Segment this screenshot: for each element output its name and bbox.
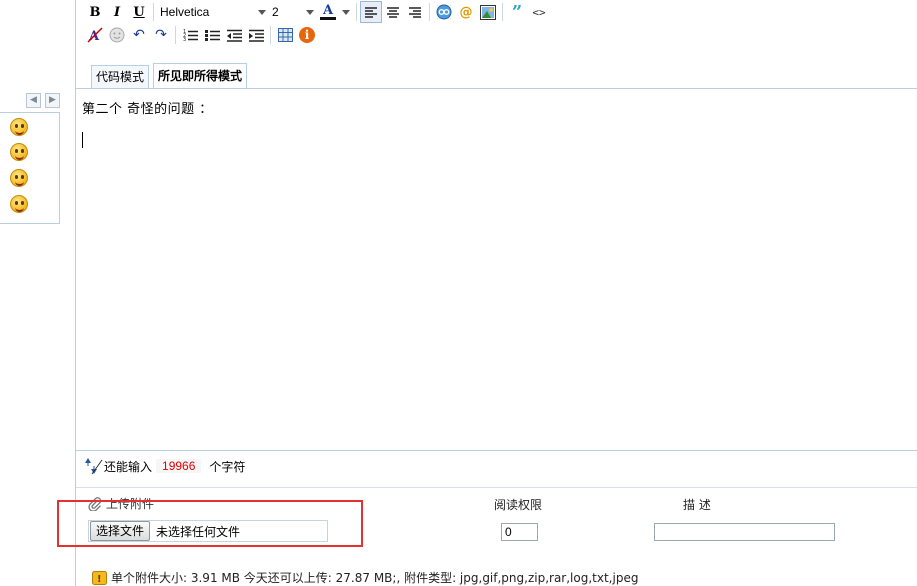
description-input[interactable] [654,523,835,541]
unordered-list-button[interactable] [201,24,223,46]
font-size-value: 2 [272,5,279,19]
ordered-list-button[interactable]: 123 [179,24,201,46]
quote-button[interactable]: ” [506,1,528,23]
smiley-face-icon [109,27,125,43]
undo-icon: ↶ [133,27,145,43]
underline-button[interactable]: U [128,1,150,23]
warning-icon: ! [92,570,107,585]
email-button[interactable]: @ [455,1,477,23]
attachment-info-text: 单个附件大小: 3.91 MB 今天还可以上传: 27.87 MB;, 附件类型… [111,571,639,585]
image-icon [480,4,496,20]
info-button[interactable]: i [296,24,318,46]
align-right-icon [409,7,421,18]
editor-bottom-border [76,450,917,451]
align-left-button[interactable] [360,1,382,23]
font-color-swatch [320,17,336,20]
undo-button[interactable]: ↶ [128,24,150,46]
font-color-button[interactable]: A [317,1,339,23]
highlight-box [57,500,363,547]
info-icon: i [299,27,315,43]
counter-suffix: 个字符 [209,459,246,474]
toolbar-row-2: A ↶ ↷ 123 i [84,24,318,46]
indent-button[interactable] [245,24,267,46]
align-right-button[interactable] [404,1,426,23]
at-icon: @ [459,4,473,20]
resize-arrows-icon[interactable] [84,457,104,475]
next-arrow-icon[interactable]: ▶ [45,93,60,108]
smiley-icon[interactable] [10,169,28,187]
toolbar-row-1: B I U Helvetica 2 A @ ” <> [84,1,550,23]
smiley-icon[interactable] [10,195,28,213]
chevron-down-icon [258,9,266,15]
align-center-icon [387,7,399,18]
attachment-info: ! 单个附件大小: 3.91 MB 今天还可以上传: 27.87 MB;, 附件… [92,569,638,586]
toolbar-divider [153,3,154,21]
editor-content-area[interactable]: 第二个 奇怪的问题 ： [76,89,917,450]
smiley-button[interactable] [106,24,128,46]
toolbar-divider [356,3,357,21]
prev-arrow-icon[interactable]: ◀ [26,93,41,108]
svg-text:3: 3 [183,37,186,42]
section-divider [76,487,917,488]
outdent-button[interactable] [223,24,245,46]
read-permission-input[interactable] [501,523,538,541]
toolbar-divider [429,3,430,21]
smiley-panel [0,112,60,224]
insert-link-button[interactable] [433,1,455,23]
remove-format-button[interactable]: A [84,24,106,46]
outdent-icon [226,29,242,42]
tab-code-mode[interactable]: 代码模式 [91,65,150,88]
description-column-header: 描 述 [683,498,711,512]
bold-button[interactable]: B [84,1,106,23]
table-icon [277,28,293,42]
font-size-select[interactable]: 2 [269,3,317,21]
ordered-list-icon: 123 [183,29,198,42]
indent-icon [248,29,264,42]
redo-button[interactable]: ↷ [150,24,172,46]
toolbar-divider [502,3,503,21]
toolbar-divider [175,26,176,44]
code-icon: <> [532,5,546,19]
smiley-pager: ◀ ▶ [26,93,60,108]
chevron-down-icon [306,9,314,15]
align-center-button[interactable] [382,1,404,23]
code-button[interactable]: <> [528,1,550,23]
smiley-icon[interactable] [10,118,28,136]
font-color-icon: A [322,3,334,18]
smiley-icon[interactable] [10,143,28,161]
link-icon [436,4,452,20]
italic-button[interactable]: I [106,1,128,23]
toolbar-divider [270,26,271,44]
remaining-count: 19966 [156,459,202,473]
font-family-value: Helvetica [160,5,210,19]
counter-prefix: 还能输入 [104,459,153,474]
insert-image-button[interactable] [477,1,499,23]
insert-table-button[interactable] [274,24,296,46]
font-family-select[interactable]: Helvetica [157,3,269,21]
text-cursor [82,132,83,148]
chevron-down-icon [342,9,350,15]
svg-text:!: ! [97,574,102,585]
redo-icon: ↷ [155,27,167,43]
quote-icon: ” [511,1,523,23]
bullet-list-icon [204,29,220,41]
tab-wysiwyg-mode[interactable]: 所见即所得模式 [153,63,248,88]
editor-text: 第二个 奇怪的问题 ： [82,102,213,117]
editor-mode-tabs: 代码模式 所见即所得模式 [91,63,251,88]
align-left-icon [365,7,377,18]
char-counter: 还能输入 19966 个字符 [84,457,245,475]
remove-format-icon: A [87,27,103,43]
font-color-dropdown[interactable] [339,3,353,21]
permission-column-header: 阅读权限 [494,498,543,512]
